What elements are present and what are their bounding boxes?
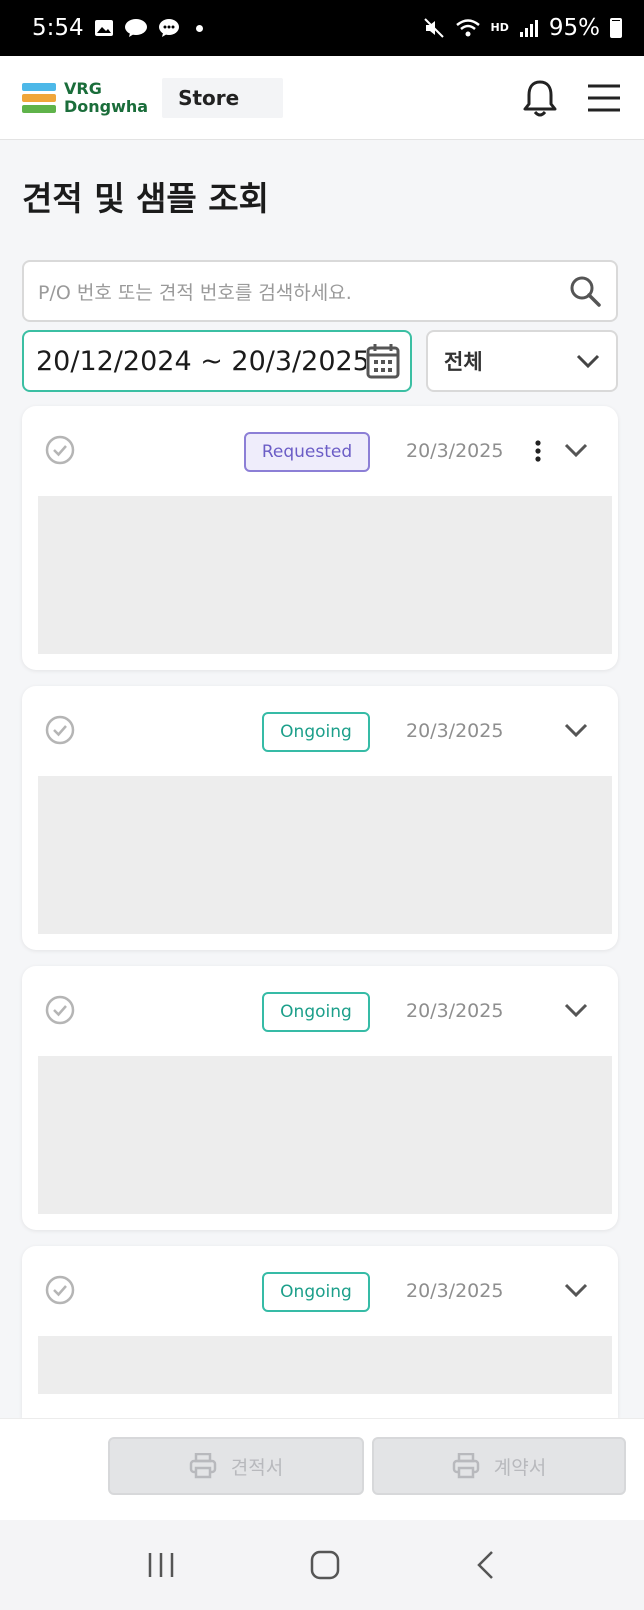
card-content-placeholder xyxy=(38,496,612,654)
search-icon[interactable] xyxy=(568,274,602,308)
quote-card[interactable]: Ongoing 20/3/2025 xyxy=(22,686,618,950)
header-actions xyxy=(522,78,622,118)
home-icon[interactable] xyxy=(309,1549,341,1581)
gallery-notification-icon xyxy=(94,20,113,36)
date-range-value: 20/12/2024 ~ 20/3/2025 xyxy=(36,345,366,377)
quote-card[interactable]: Ongoing 20/3/2025 xyxy=(22,1246,618,1418)
recent-apps-icon[interactable] xyxy=(146,1550,176,1580)
hamburger-menu-icon[interactable] xyxy=(586,82,622,114)
logo-line-2: Dongwha xyxy=(64,96,149,116)
logo-stripes-icon xyxy=(22,82,56,113)
card-date: 20/3/2025 xyxy=(406,720,504,742)
talk-notification-icon xyxy=(124,19,147,37)
quote-card[interactable]: Requested 20/3/2025 xyxy=(22,406,618,670)
page-title: 견적 및 샘플 조회 xyxy=(22,179,269,218)
status-bar-right: HD 95% xyxy=(423,15,622,41)
card-content-placeholder xyxy=(38,1056,612,1214)
bottom-action-bar: 견적서 계약서 xyxy=(0,1418,644,1520)
chevron-down-icon[interactable] xyxy=(562,1280,590,1300)
brand-logo[interactable]: VRG Dongwha xyxy=(22,78,149,116)
print-contract-button[interactable]: 계약서 xyxy=(372,1437,626,1495)
battery-icon xyxy=(610,18,622,38)
logo-text: VRG Dongwha xyxy=(64,78,149,116)
chevron-down-icon[interactable] xyxy=(562,440,590,460)
check-circle-icon[interactable] xyxy=(44,994,76,1026)
chevron-down-icon xyxy=(576,354,600,369)
status-filter-select[interactable]: 전체 xyxy=(426,330,618,392)
quote-card-header: Requested 20/3/2025 xyxy=(22,406,618,496)
check-circle-icon[interactable] xyxy=(44,714,76,746)
status-time: 5:54 xyxy=(32,15,84,41)
printer-icon xyxy=(452,1453,480,1479)
card-date: 20/3/2025 xyxy=(406,1280,504,1302)
search-input[interactable]: P/O 번호 또는 견적 번호를 검색하세요. xyxy=(22,260,618,322)
quote-card-header: Ongoing 20/3/2025 xyxy=(22,1246,618,1336)
chevron-down-icon[interactable] xyxy=(562,1000,590,1020)
signal-icon xyxy=(519,20,538,37)
check-circle-icon[interactable] xyxy=(44,434,76,466)
status-bar-left: 5:54 xyxy=(32,15,203,41)
search-placeholder: P/O 번호 또는 견적 번호를 검색하세요. xyxy=(38,281,352,304)
message-notification-icon xyxy=(158,19,179,37)
printer-icon xyxy=(189,1453,217,1479)
quote-card-header: Ongoing 20/3/2025 xyxy=(22,966,618,1056)
card-date: 20/3/2025 xyxy=(406,440,504,462)
status-badge: Ongoing xyxy=(262,1272,370,1312)
card-date: 20/3/2025 xyxy=(406,1000,504,1022)
check-circle-icon[interactable] xyxy=(44,1274,76,1306)
system-navigation-bar xyxy=(0,1520,644,1610)
mute-icon xyxy=(423,18,444,38)
more-notifications-dot xyxy=(195,24,203,32)
chevron-down-icon[interactable] xyxy=(562,720,590,740)
print-contract-label: 계약서 xyxy=(493,1456,547,1479)
more-options-icon[interactable] xyxy=(534,439,542,463)
bell-icon[interactable] xyxy=(522,78,558,118)
battery-percent: 95% xyxy=(548,15,600,41)
calendar-icon[interactable] xyxy=(366,343,400,379)
card-content-placeholder xyxy=(38,1336,612,1394)
status-badge: Ongoing xyxy=(262,992,370,1032)
wifi-icon xyxy=(455,19,480,37)
quote-card[interactable]: Ongoing 20/3/2025 xyxy=(22,966,618,1230)
hd-voice-label: HD xyxy=(490,21,509,34)
store-label[interactable]: Store xyxy=(162,77,284,118)
status-filter-value: 전체 xyxy=(444,350,483,374)
app-header: VRG Dongwha Store xyxy=(0,56,644,140)
date-range-field[interactable]: 20/12/2024 ~ 20/3/2025 xyxy=(22,330,412,392)
logo-line-1: VRG xyxy=(64,78,102,98)
print-quote-button[interactable]: 견적서 xyxy=(108,1437,364,1495)
status-bar: 5:54 HD 95% xyxy=(0,0,644,56)
print-quote-label: 견적서 xyxy=(230,1456,284,1479)
card-content-placeholder xyxy=(38,776,612,934)
back-icon[interactable] xyxy=(474,1549,498,1581)
status-badge: Requested xyxy=(244,432,370,472)
quote-card-header: Ongoing 20/3/2025 xyxy=(22,686,618,776)
status-badge: Ongoing xyxy=(262,712,370,752)
